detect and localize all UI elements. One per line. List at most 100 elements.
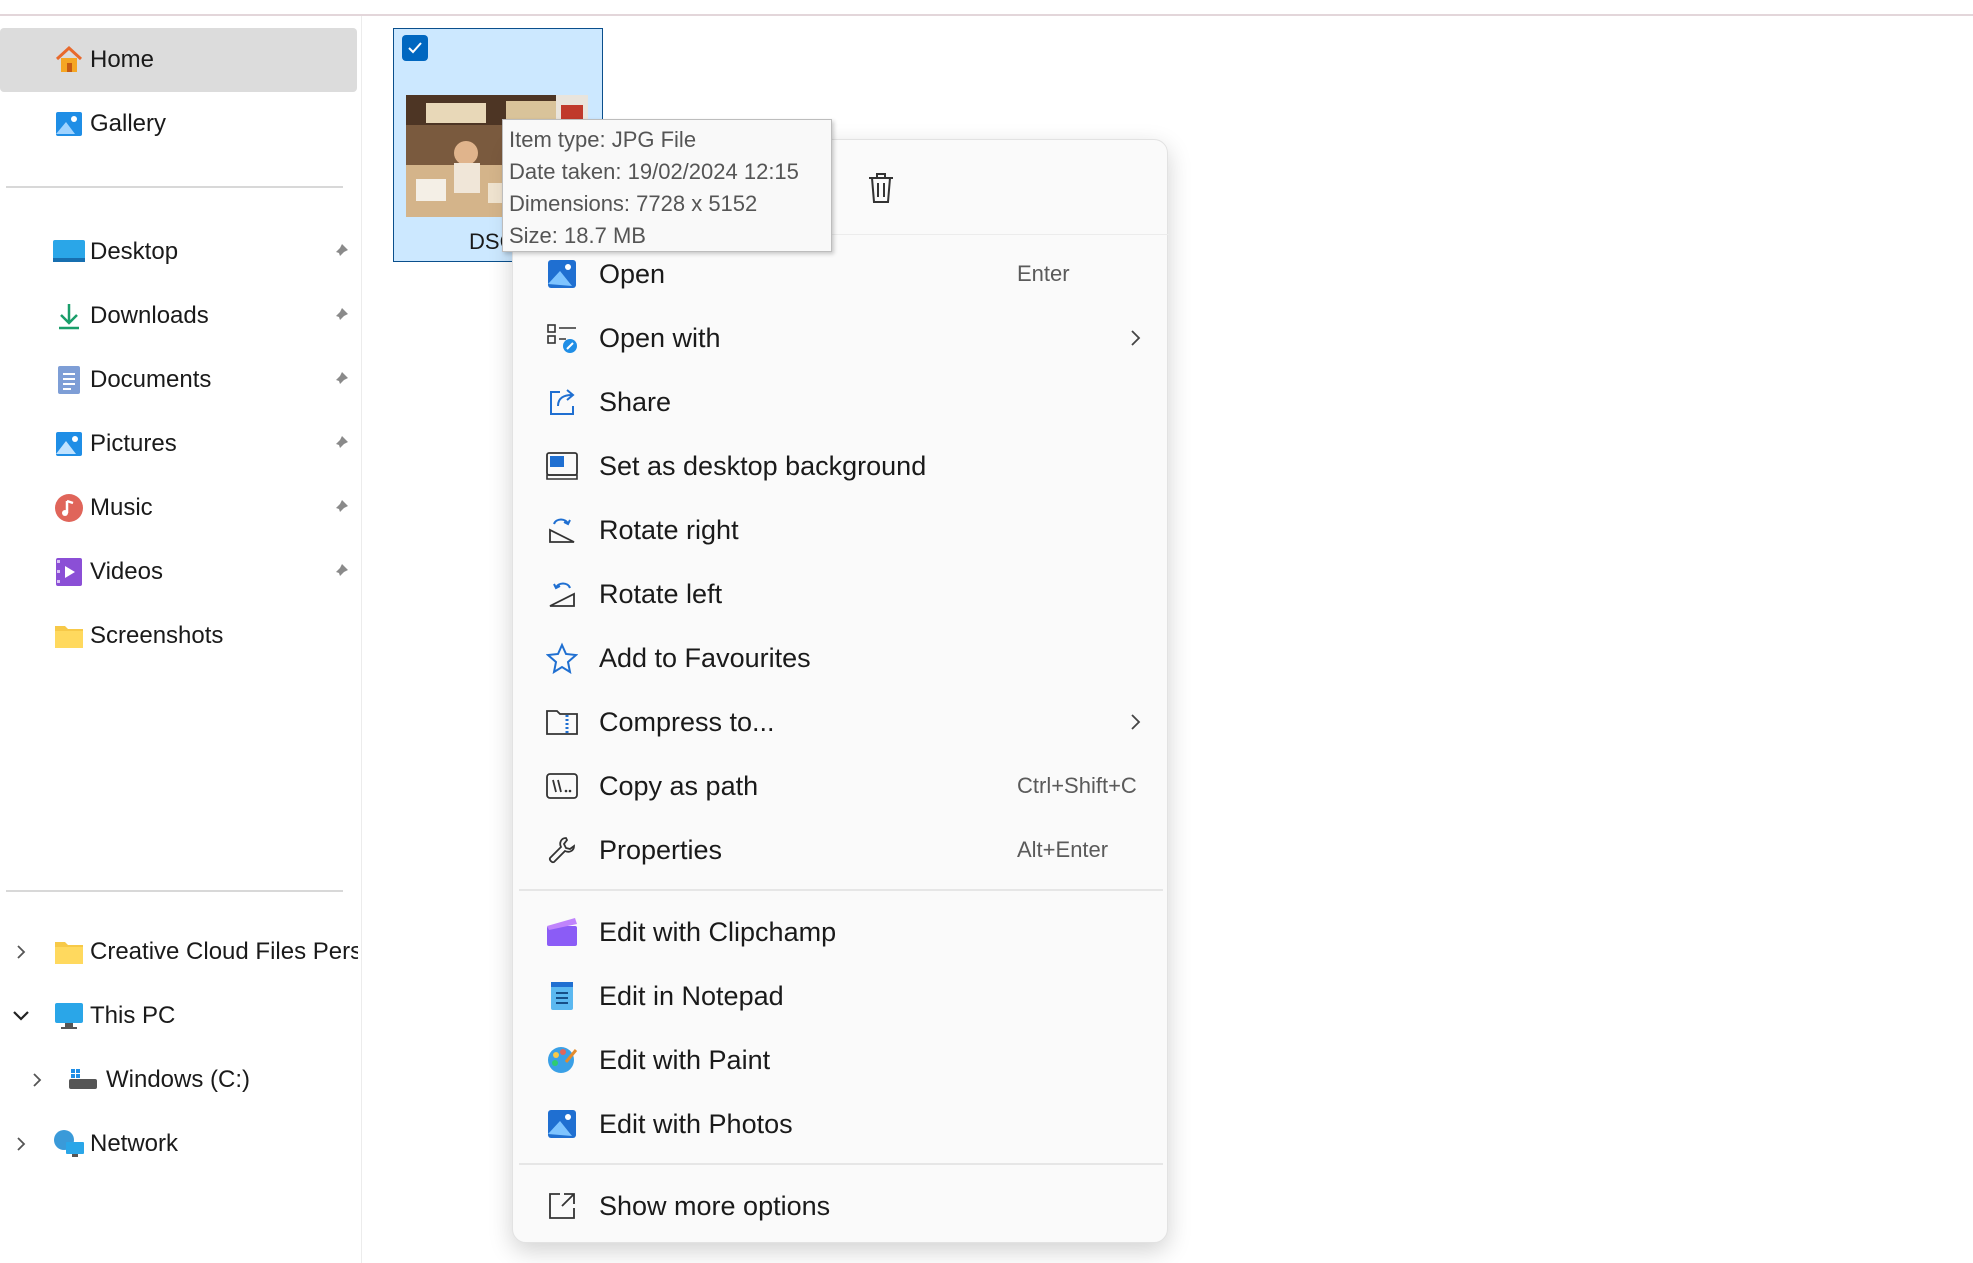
menu-item-rotate-right[interactable]: Rotate right <box>519 499 1163 561</box>
menu-item-label: Rotate left <box>599 578 723 609</box>
sidebar-item-this-pc[interactable]: This PC <box>0 984 357 1048</box>
sidebar-item-home[interactable]: Home <box>0 28 357 92</box>
menu-item-label: Share <box>599 386 672 417</box>
sidebar-divider <box>6 890 343 892</box>
menu-item-shortcut: Alt+Enter <box>1017 837 1109 862</box>
copy-path-icon <box>544 768 580 804</box>
chevron-right-icon[interactable] <box>10 1133 32 1155</box>
menu-item-copy-as-path[interactable]: Copy as path Ctrl+Shift+C <box>519 755 1163 817</box>
show-more-icon <box>544 1188 580 1224</box>
sidebar-item-label: This PC <box>90 1002 176 1029</box>
sidebar-item-gallery[interactable]: Gallery <box>0 92 357 156</box>
menu-item-add-to-favourites[interactable]: Add to Favourites <box>519 627 1163 689</box>
menu-item-compress-to[interactable]: Compress to... <box>519 691 1163 753</box>
menu-item-label: Add to Favourites <box>599 642 811 673</box>
sidebar-item-label: Windows (C:) <box>106 1066 251 1093</box>
notepad-icon <box>544 978 580 1014</box>
sidebar-item-music[interactable]: Music <box>0 476 357 540</box>
sidebar-item-label: Downloads <box>90 302 209 329</box>
menu-item-shortcut: Enter <box>1017 261 1070 286</box>
sidebar-item-label: Creative Cloud Files Perso <box>90 938 358 965</box>
paint-icon <box>544 1042 580 1078</box>
pin-icon[interactable] <box>328 368 352 392</box>
video-icon <box>52 555 86 589</box>
gallery-icon <box>52 107 86 141</box>
folder-icon <box>52 619 86 653</box>
delete-icon[interactable] <box>861 168 901 208</box>
menu-item-share[interactable]: Share <box>519 371 1163 433</box>
checkbox-checked-icon[interactable] <box>402 35 428 61</box>
pin-icon[interactable] <box>328 240 352 264</box>
sidebar-item-network[interactable]: Network <box>0 1112 357 1176</box>
wrench-icon <box>544 832 580 868</box>
menu-item-label: Open <box>599 258 666 289</box>
download-icon <box>52 299 86 333</box>
chevron-down-icon[interactable] <box>10 1005 32 1027</box>
chevron-right-icon <box>1125 712 1145 732</box>
star-icon <box>544 640 580 676</box>
sidebar-item-documents[interactable]: Documents <box>0 348 357 412</box>
network-icon <box>52 1127 86 1161</box>
sidebar-item-creative-cloud[interactable]: Creative Cloud Files Perso <box>0 920 358 984</box>
sidebar-item-downloads[interactable]: Downloads <box>0 284 357 348</box>
rotate-left-icon <box>544 576 580 612</box>
menu-item-label: Rotate right <box>599 514 739 545</box>
menu-item-label: Set as desktop background <box>599 450 927 481</box>
photos-app-icon <box>544 1106 580 1142</box>
pin-icon[interactable] <box>328 304 352 328</box>
menu-item-rotate-left[interactable]: Rotate left <box>519 563 1163 625</box>
title-bar-edge <box>0 0 1973 16</box>
sidebar-item-label: Screenshots <box>90 622 224 649</box>
sidebar-item-label: Music <box>90 494 153 521</box>
menu-item-edit-in-notepad[interactable]: Edit in Notepad <box>519 965 1163 1027</box>
drive-icon <box>66 1063 100 1097</box>
tooltip-size: Size: 18.7 MB <box>509 223 646 248</box>
sidebar-item-label: Pictures <box>90 430 177 457</box>
chevron-right-icon <box>1125 328 1145 348</box>
menu-item-edit-with-clipchamp[interactable]: Edit with Clipchamp <box>519 901 1163 963</box>
menu-item-label: Open with <box>599 322 721 353</box>
sidebar-item-desktop[interactable]: Desktop <box>0 220 357 284</box>
menu-item-open[interactable]: Open Enter <box>519 243 1163 305</box>
rotate-right-icon <box>544 512 580 548</box>
chevron-right-icon[interactable] <box>26 1069 48 1091</box>
tooltip-dimensions: Dimensions: 7728 x 5152 <box>509 191 758 216</box>
menu-item-shortcut: Ctrl+Shift+C <box>1017 773 1137 798</box>
file-info-tooltip: Item type: JPG File Date taken: 19/02/20… <box>502 119 832 252</box>
sidebar-item-windows-c[interactable]: Windows (C:) <box>0 1048 357 1112</box>
menu-item-set-desktop-background[interactable]: Set as desktop background <box>519 435 1163 497</box>
document-icon <box>52 363 86 397</box>
tooltip-date-taken: Date taken: 19/02/2024 12:15 <box>509 159 799 184</box>
music-icon <box>52 491 86 525</box>
menu-item-edit-with-paint[interactable]: Edit with Paint <box>519 1029 1163 1091</box>
menu-item-label: Show more options <box>599 1190 831 1221</box>
desktop-icon <box>52 235 86 269</box>
pin-icon[interactable] <box>328 560 352 584</box>
desktop-background-icon <box>544 448 580 484</box>
computer-icon <box>52 999 86 1033</box>
menu-divider <box>519 1163 1163 1165</box>
sidebar-item-label: Videos <box>90 558 163 585</box>
pin-icon[interactable] <box>328 432 352 456</box>
sidebar-item-label: Home <box>90 46 155 73</box>
menu-item-properties[interactable]: Properties Alt+Enter <box>519 819 1163 881</box>
sidebar-item-label: Desktop <box>90 238 179 265</box>
pin-icon[interactable] <box>328 496 352 520</box>
menu-item-edit-with-photos[interactable]: Edit with Photos <box>519 1093 1163 1155</box>
menu-divider <box>519 889 1163 891</box>
menu-item-open-with[interactable]: Open with <box>519 307 1163 369</box>
menu-item-show-more-options[interactable]: Show more options <box>519 1175 1163 1237</box>
photos-app-icon <box>544 256 580 292</box>
sidebar-item-screenshots[interactable]: Screenshots <box>0 604 357 668</box>
menu-item-label: Edit with Paint <box>599 1044 771 1075</box>
sidebar-item-label: Documents <box>90 366 212 393</box>
pictures-icon <box>52 427 86 461</box>
menu-item-label: Properties <box>599 834 723 865</box>
chevron-right-icon[interactable] <box>10 941 32 963</box>
home-icon <box>52 43 86 77</box>
sidebar-item-videos[interactable]: Videos <box>0 540 357 604</box>
menu-item-label: Compress to... <box>599 706 775 737</box>
sidebar-item-pictures[interactable]: Pictures <box>0 412 357 476</box>
navigation-pane: Home Gallery Desktop Downloads Documents… <box>0 16 362 1263</box>
context-menu: Open Enter Open with Share Set as deskto… <box>512 139 1169 1243</box>
